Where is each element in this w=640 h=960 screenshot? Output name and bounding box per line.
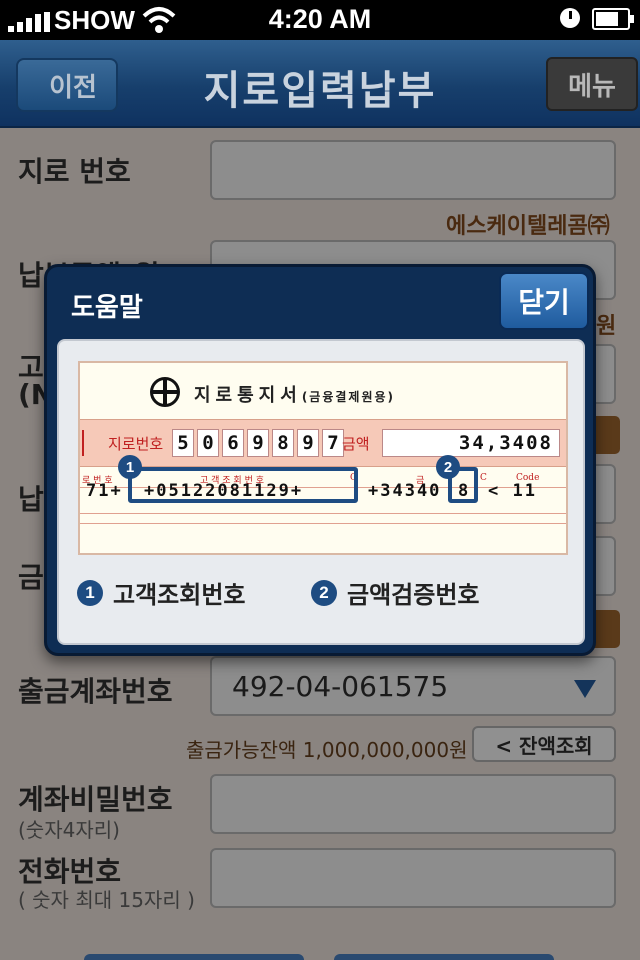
giro-amount-caption: 금액 bbox=[342, 435, 370, 453]
legend-item-amount-verify: 2 금액검증번호 bbox=[311, 575, 479, 610]
legend-number-badge: 1 bbox=[77, 579, 103, 606]
giro-number-band: 지로번호 5 0 6 9 8 9 7 금액 34,3408 bbox=[80, 419, 566, 467]
amount-unit: 원 bbox=[596, 314, 617, 339]
legend-label: 고객조회번호 bbox=[113, 581, 246, 609]
menu-button[interactable]: 메뉴 bbox=[546, 57, 638, 111]
dialog-body: 지로통지서(금융결제원용) 지로번호 5 0 6 9 8 9 7 금액 34,3… bbox=[57, 339, 585, 645]
band-edge bbox=[82, 430, 84, 456]
account-password-hint: (숫자4자리) bbox=[18, 818, 120, 842]
ocr-left: 71+ bbox=[86, 481, 123, 501]
help-dialog: 도움말 닫기 지로통지서(금융결제원용) 지로번호 5 0 6 9 8 9 7 bbox=[44, 264, 596, 656]
balance-inquiry-button[interactable]: < 잔액조회 bbox=[472, 726, 616, 762]
battery-icon bbox=[592, 8, 634, 30]
giro-logo-icon bbox=[150, 377, 180, 407]
giro-digit: 7 bbox=[322, 429, 344, 457]
giro-digit: 5 bbox=[172, 429, 194, 457]
giro-bill-title: 지로통지서(금융결제원용) bbox=[194, 381, 395, 407]
account-password-input[interactable] bbox=[210, 774, 616, 834]
giro-bill-illustration: 지로통지서(금융결제원용) 지로번호 5 0 6 9 8 9 7 금액 34,3… bbox=[78, 361, 568, 555]
legend-label: 금액검증번호 bbox=[347, 581, 480, 609]
close-button[interactable]: 닫기 bbox=[499, 272, 589, 330]
giro-digit: 9 bbox=[297, 429, 319, 457]
giro-title-sub: (금융결제원용) bbox=[301, 390, 396, 404]
dropdown-arrow-icon bbox=[574, 680, 596, 698]
giro-title-main: 지로통지서 bbox=[194, 385, 302, 406]
account-password-label: 계좌비밀번호 bbox=[18, 783, 173, 816]
confirm-button[interactable] bbox=[84, 954, 304, 960]
giro-digit: 6 bbox=[222, 429, 244, 457]
legend-item-customer-number: 1 고객조회번호 bbox=[77, 575, 245, 610]
dialog-title: 도움말 bbox=[71, 293, 143, 323]
giro-number-input[interactable] bbox=[210, 140, 616, 200]
ocr-c2-caption: C bbox=[480, 473, 487, 483]
legend-number-badge: 2 bbox=[311, 579, 337, 606]
status-time: 4:20 AM bbox=[268, 4, 372, 34]
navigation-bar: 이전 지로입력납부 메뉴 bbox=[0, 40, 640, 128]
withdraw-account-label: 출금계좌번호 bbox=[18, 675, 173, 708]
giro-number-label: 지로 번호 bbox=[18, 155, 131, 188]
alarm-clock-icon bbox=[560, 8, 580, 28]
withdraw-account-select[interactable]: 492-04-061575 bbox=[210, 656, 616, 716]
ocr-amount: +34340 bbox=[368, 481, 442, 501]
giro-digit: 8 bbox=[272, 429, 294, 457]
ocr-code: < 11 bbox=[488, 481, 537, 501]
marker-1-badge: 1 bbox=[118, 455, 142, 479]
available-balance: 출금가능잔액 1,000,000,000원 bbox=[186, 738, 468, 762]
customer-number-highlight bbox=[128, 467, 358, 503]
status-bar: SHOW 4:20 AM bbox=[0, 0, 640, 40]
biller-name: 에스케이텔레콤㈜ bbox=[446, 214, 610, 239]
giro-digit: 0 bbox=[197, 429, 219, 457]
withdraw-account-value: 492-04-061575 bbox=[232, 670, 449, 703]
giro-number-caption: 지로번호 bbox=[108, 435, 164, 453]
page-title: 지로입력납부 bbox=[203, 68, 437, 114]
giro-amount-value: 34,3408 bbox=[382, 429, 560, 457]
phone-number-hint: ( 숫자 최대 15자리 ) bbox=[18, 888, 195, 912]
phone-number-input[interactable] bbox=[210, 848, 616, 908]
ocr-rule bbox=[80, 523, 566, 524]
marker-2-badge: 2 bbox=[436, 455, 460, 479]
giro-number-digits: 5 0 6 9 8 9 7 bbox=[172, 429, 344, 457]
giro-digit: 9 bbox=[247, 429, 269, 457]
cancel-button[interactable] bbox=[334, 954, 554, 960]
ocr-rule bbox=[80, 513, 566, 514]
